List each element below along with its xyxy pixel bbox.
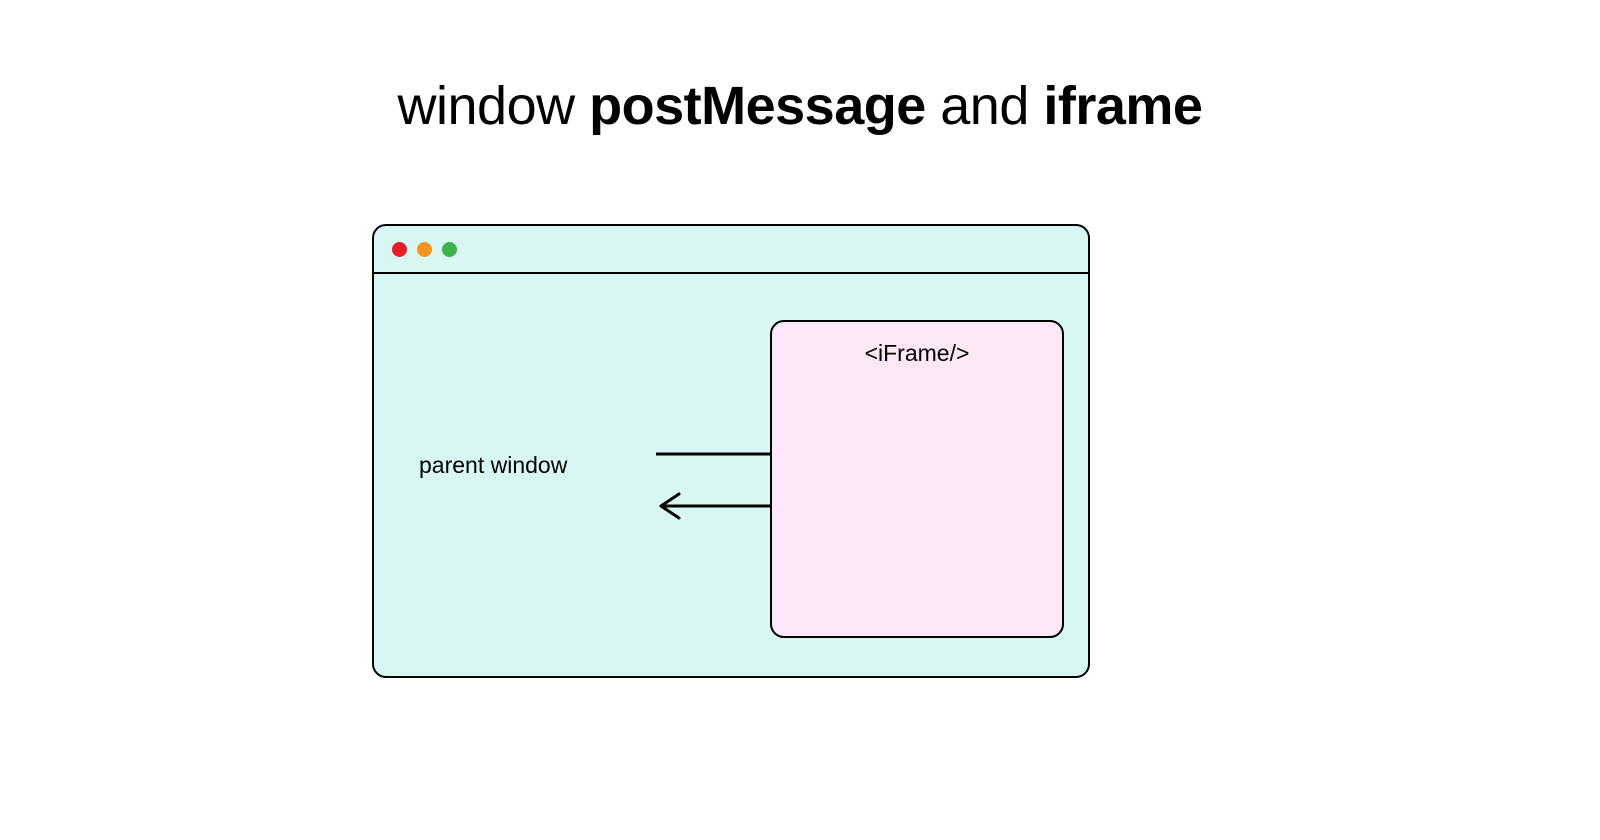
iframe-box: <iFrame/> xyxy=(770,320,1064,638)
parent-window-label: parent window xyxy=(419,452,567,479)
traffic-light-maximize-icon xyxy=(442,242,457,257)
title-part-postmessage: postMessage xyxy=(589,76,926,136)
title-part-and: and xyxy=(926,76,1044,136)
diagram-title: window postMessage and iframe xyxy=(0,75,1600,137)
parent-window-box: parent window <iFrame/> xyxy=(372,224,1090,678)
title-part-iframe: iframe xyxy=(1043,76,1202,136)
traffic-light-minimize-icon xyxy=(417,242,432,257)
traffic-light-close-icon xyxy=(392,242,407,257)
title-part-window: window xyxy=(398,76,590,136)
window-titlebar xyxy=(374,226,1088,274)
iframe-label: <iFrame/> xyxy=(772,340,1062,367)
